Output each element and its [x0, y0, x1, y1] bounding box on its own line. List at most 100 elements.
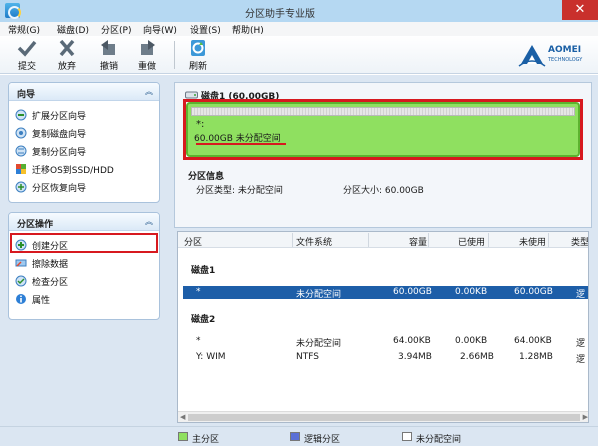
- task-label: 属性: [32, 296, 51, 306]
- col-used[interactable]: 已使用: [458, 235, 485, 248]
- task-migrate-os[interactable]: 迁移OS到SSD/HDD: [15, 161, 155, 177]
- col-free[interactable]: 未使用: [519, 235, 546, 248]
- logo-name: AOMEI: [548, 45, 582, 55]
- scroll-thumb[interactable]: [188, 414, 580, 421]
- cell-used: 2.66MB: [460, 352, 494, 362]
- aomei-logo: AOMEI TECHNOLOGY: [518, 42, 588, 70]
- partition-ops-header[interactable]: 分区操作 ︽: [9, 213, 159, 231]
- task-wipe-data[interactable]: 擦除数据: [15, 255, 155, 271]
- table-row[interactable]: * 未分配空间 64.00KB 0.00KB 64.00KB 逻: [183, 335, 588, 349]
- legend-label: 主分区: [192, 435, 220, 445]
- table-row[interactable]: * 未分配空间 60.00GB 0.00KB 60.00GB 逻: [183, 286, 588, 300]
- partition-size-text: 分区大小: 60.00GB: [343, 186, 424, 196]
- redo-label: 重做: [137, 62, 156, 72]
- col-capacity[interactable]: 容量: [409, 235, 427, 248]
- unallocated-swatch: [402, 432, 412, 441]
- menu-settings[interactable]: 设置(S): [190, 23, 221, 36]
- legend-label: 逻辑分区: [304, 435, 341, 445]
- undo-button[interactable]: 撤销: [92, 38, 126, 72]
- toolbar-separator: [174, 41, 175, 69]
- cell-partition: *: [196, 336, 201, 346]
- window-title: 分区助手专业版: [245, 9, 315, 20]
- discard-x-icon: [59, 39, 75, 57]
- partition-ops-panel: 分区操作 ︽ 创建分区 擦除数据 检查分区 属性: [8, 212, 160, 320]
- refresh-button[interactable]: 刷新: [181, 38, 215, 72]
- cell-type: 逻: [576, 355, 586, 365]
- discard-label: 放弃: [57, 62, 76, 72]
- col-divider: [548, 233, 549, 247]
- task-properties[interactable]: 属性: [15, 291, 155, 307]
- col-divider: [428, 233, 429, 247]
- cell-filesystem: NTFS: [296, 352, 319, 362]
- horizontal-scrollbar[interactable]: ◀ ▶: [178, 411, 588, 422]
- menu-partition[interactable]: 分区(P): [101, 23, 131, 36]
- check-icon: [17, 40, 37, 57]
- check-partition-icon: [15, 275, 27, 287]
- refresh-icon: [191, 40, 205, 56]
- legend-bar: 主分区 逻辑分区 未分配空间: [0, 426, 598, 446]
- menu-disk[interactable]: 磁盘(D): [57, 23, 89, 36]
- primary-partition-swatch: [178, 432, 188, 441]
- task-label: 分区恢复向导: [32, 184, 87, 194]
- copy-disk-icon: [15, 127, 27, 139]
- wizard-panel-title: 向导: [17, 90, 36, 100]
- cell-free: 60.00GB: [514, 287, 553, 297]
- col-filesystem[interactable]: 文件系统: [296, 235, 332, 248]
- task-extend-partition[interactable]: 扩展分区向导: [15, 107, 155, 123]
- list-header: 分区 文件系统 容量 已使用 未使用 类型: [178, 232, 588, 248]
- close-window-button[interactable]: ✕: [562, 0, 598, 20]
- group-title-disk2: 磁盘2: [191, 315, 216, 325]
- task-copy-partition[interactable]: 复制分区向导: [15, 143, 155, 159]
- task-check-partition[interactable]: 检查分区: [15, 273, 155, 289]
- cell-free: 1.28MB: [519, 352, 553, 362]
- unallocated-partition-block[interactable]: *: 60.00GB 未分配空间: [186, 102, 580, 157]
- size-label-underline: [196, 143, 286, 145]
- task-label: 复制分区向导: [32, 148, 87, 158]
- collapse-icon[interactable]: ︽: [145, 86, 153, 97]
- task-label: 迁移OS到SSD/HDD: [32, 166, 114, 176]
- commit-label: 提交: [17, 62, 36, 72]
- menu-bar: 常规(G) 磁盘(D) 分区(P) 向导(W) 设置(S) 帮助(H): [0, 22, 598, 36]
- menu-wizard[interactable]: 向导(W): [143, 23, 177, 36]
- task-label: 检查分区: [32, 278, 69, 288]
- menu-general[interactable]: 常规(G): [8, 23, 40, 36]
- table-row[interactable]: Y: WIM NTFS 3.94MB 2.66MB 1.28MB 逻: [183, 351, 588, 365]
- cell-used: 0.00KB: [455, 336, 488, 346]
- partition-list: 分区 文件系统 容量 已使用 未使用 类型 磁盘1 * 未分配空间 60.00G…: [177, 231, 589, 423]
- cell-filesystem: 未分配空间: [296, 339, 342, 349]
- logical-partition-swatch: [290, 432, 300, 441]
- cell-capacity: 60.00GB: [393, 287, 432, 297]
- collapse-icon[interactable]: ︽: [145, 216, 153, 227]
- cell-used: 0.00KB: [455, 287, 488, 297]
- commit-button[interactable]: 提交: [10, 38, 44, 72]
- partition-info-title: 分区信息: [188, 172, 225, 182]
- partition-ops-title: 分区操作: [17, 220, 54, 230]
- cell-type: 逻: [576, 339, 586, 349]
- col-divider: [292, 233, 293, 247]
- partition-recovery-icon: [15, 181, 27, 193]
- task-partition-recovery[interactable]: 分区恢复向导: [15, 179, 155, 195]
- undo-icon: [101, 40, 115, 55]
- scroll-left-icon[interactable]: ◀: [180, 413, 185, 421]
- col-type[interactable]: 类型: [571, 235, 588, 248]
- cell-partition: Y: WIM: [196, 352, 226, 362]
- wizard-panel-header[interactable]: 向导 ︽: [9, 83, 159, 101]
- redo-icon: [141, 40, 155, 55]
- wizard-panel: 向导 ︽ 扩展分区向导 复制磁盘向导 复制分区向导 迁移OS到SSD/HDD 分…: [8, 82, 160, 203]
- task-copy-disk[interactable]: 复制磁盘向导: [15, 125, 155, 141]
- scroll-right-icon[interactable]: ▶: [583, 413, 588, 421]
- menu-help[interactable]: 帮助(H): [232, 23, 264, 36]
- discard-button[interactable]: 放弃: [50, 38, 84, 72]
- redo-button[interactable]: 重做: [130, 38, 164, 72]
- cell-capacity: 64.00KB: [393, 336, 431, 346]
- partition-type-text: 分区类型: 未分配空间: [196, 186, 283, 196]
- aomei-emblem-icon: [518, 45, 546, 67]
- task-label: 扩展分区向导: [32, 112, 87, 122]
- partition-marker: *:: [196, 119, 205, 130]
- logo-sub: TECHNOLOGY: [548, 57, 583, 63]
- col-partition[interactable]: 分区: [184, 235, 202, 248]
- task-label: 擦除数据: [32, 260, 69, 270]
- wipe-data-icon: [15, 259, 27, 267]
- group-title-disk1: 磁盘1: [191, 266, 216, 276]
- extend-partition-icon: [15, 109, 27, 121]
